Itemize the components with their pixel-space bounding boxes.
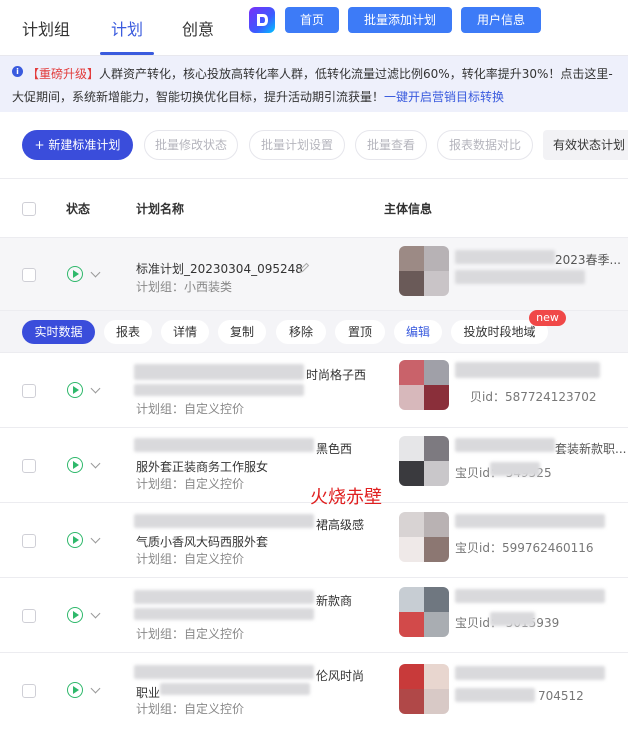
- plan-name-line-2: 气质小香风大码西服外套: [136, 535, 269, 549]
- plan-group: 计划组：自定义控价: [136, 552, 245, 566]
- table-header: [0, 178, 628, 238]
- redacted-text: [160, 683, 310, 695]
- user-info-button[interactable]: 用户信息: [461, 7, 541, 33]
- info-icon: i: [12, 66, 23, 77]
- new-badge: new: [529, 310, 566, 326]
- redacted-text: [455, 514, 605, 528]
- redacted-text: [134, 384, 304, 396]
- redacted-text: [134, 438, 314, 452]
- tab-creative[interactable]: 创意: [182, 16, 214, 40]
- notice-text-2: 大促期间，系统新增能力，智能切换优化目标，提升活动期引流获量！: [12, 90, 385, 104]
- detail-button[interactable]: 详情: [161, 320, 209, 344]
- header-status: 状态: [66, 202, 91, 216]
- edit-pencil-icon[interactable]: [298, 262, 310, 274]
- batch-view-button[interactable]: 批量查看: [355, 130, 427, 160]
- product-thumbnail: [399, 587, 449, 637]
- product-id: 704512: [538, 689, 584, 703]
- marketing-goal-link[interactable]: 一键开启营销目标转换: [384, 90, 504, 104]
- play-status-icon[interactable]: [67, 382, 83, 398]
- notice-tag: 【重磅升级】: [27, 67, 100, 81]
- play-status-icon[interactable]: [67, 457, 83, 473]
- plan-name[interactable]: 时尚格子西: [306, 366, 366, 383]
- copy-button[interactable]: 复制: [218, 320, 266, 344]
- redacted-text: [134, 514, 314, 528]
- edit-button[interactable]: 编辑: [394, 320, 442, 344]
- subject-title: 2023春季...: [555, 253, 621, 267]
- header-plan-name: 计划名称: [136, 202, 185, 216]
- redacted-text: [134, 364, 304, 380]
- subject-title: 套装新款职...: [555, 442, 627, 456]
- home-button[interactable]: 首页: [285, 7, 339, 33]
- product-thumbnail: [399, 512, 449, 562]
- play-status-icon[interactable]: [67, 607, 83, 623]
- active-tab-indicator: [100, 52, 154, 55]
- row-checkbox[interactable]: [22, 609, 36, 623]
- tab-plan[interactable]: 计划: [111, 16, 143, 40]
- notice-line-1: 【重磅升级】人群资产转化，核心投放高转化率人群，低转化流量过滤比例60%，转化率…: [27, 65, 613, 82]
- plan-name[interactable]: 黑色西: [316, 440, 352, 457]
- plan-name[interactable]: 标准计划_20230304_095248: [136, 260, 303, 277]
- product-id: 宝贝id：599762460116: [455, 541, 594, 555]
- redacted-text: [134, 590, 314, 604]
- watermark: 火烧赤壁: [310, 487, 382, 508]
- plan-name[interactable]: 新款商: [316, 592, 352, 609]
- plan-group: 计划组：自定义控价: [136, 627, 245, 641]
- redacted-text: [134, 665, 314, 679]
- plan-name-line-2: 服外套正装商务工作服女: [136, 460, 269, 474]
- new-standard-plan-button[interactable]: + 新建标准计划: [22, 130, 133, 160]
- row-checkbox[interactable]: [22, 534, 36, 548]
- redacted-text: [455, 589, 605, 603]
- redacted-text: [490, 462, 540, 476]
- report-button[interactable]: 报表: [104, 320, 152, 344]
- select-all-checkbox[interactable]: [22, 202, 36, 216]
- status-filter-select[interactable]: 有效状态计划: [543, 130, 628, 160]
- plan-name-line-2: 职业: [136, 686, 161, 700]
- product-thumbnail: [399, 246, 449, 296]
- pin-button[interactable]: 置顶: [335, 320, 385, 344]
- new-plan-label: 新建标准计划: [48, 138, 121, 152]
- header-subject-info: 主体信息: [384, 202, 433, 216]
- redacted-text: [134, 608, 314, 620]
- row-checkbox[interactable]: [22, 459, 36, 473]
- plan-group: 计划组：自定义控价: [136, 402, 245, 416]
- app-logo-icon[interactable]: [249, 7, 275, 33]
- redacted-text: [455, 362, 600, 378]
- play-status-icon[interactable]: [67, 266, 83, 282]
- row-checkbox[interactable]: [22, 684, 36, 698]
- redacted-text: [490, 612, 535, 626]
- play-status-icon[interactable]: [67, 532, 83, 548]
- play-status-icon[interactable]: [67, 682, 83, 698]
- plan-name[interactable]: 裙高级感: [316, 516, 364, 533]
- batch-modify-status-button[interactable]: 批量修改状态: [144, 130, 238, 160]
- realtime-data-button[interactable]: 实时数据: [22, 320, 95, 344]
- row-checkbox[interactable]: [22, 384, 36, 398]
- product-thumbnail: [399, 436, 449, 486]
- product-thumbnail: [399, 664, 449, 714]
- product-thumbnail: [399, 360, 449, 410]
- plan-group: 计划组：自定义控价: [136, 477, 245, 491]
- batch-add-plan-button[interactable]: 批量添加计划: [348, 7, 452, 33]
- notice-line-2: 大促期间，系统新增能力，智能切换优化目标，提升活动期引流获量！一键开启营销目标转…: [12, 88, 504, 105]
- redacted-text: [455, 250, 555, 264]
- notice-text-1: 人群资产转化，核心投放高转化率人群，低转化流量过滤比例60%，转化率提升30%！…: [99, 67, 613, 81]
- report-compare-button[interactable]: 报表数据对比: [437, 130, 533, 160]
- redacted-text: [455, 438, 555, 452]
- top-nav: 计划组 计划 创意 首页 批量添加计划 用户信息: [0, 0, 628, 56]
- row-checkbox[interactable]: [22, 268, 36, 282]
- redacted-text: [455, 688, 535, 702]
- batch-plan-settings-button[interactable]: 批量计划设置: [249, 130, 345, 160]
- plan-group: 计划组：小西装类: [136, 280, 233, 294]
- plan-group: 计划组：自定义控价: [136, 702, 245, 716]
- remove-button[interactable]: 移除: [276, 320, 326, 344]
- plan-management-page: 计划组 计划 创意 首页 批量添加计划 用户信息 i 【重磅升级】人群资产转化，…: [0, 0, 628, 732]
- tab-plan-group[interactable]: 计划组: [22, 16, 70, 40]
- product-id: 贝id：587724123702: [470, 390, 597, 404]
- redacted-text: [455, 666, 605, 680]
- plan-name[interactable]: 伦风时尚: [316, 667, 364, 684]
- redacted-text: [455, 270, 585, 284]
